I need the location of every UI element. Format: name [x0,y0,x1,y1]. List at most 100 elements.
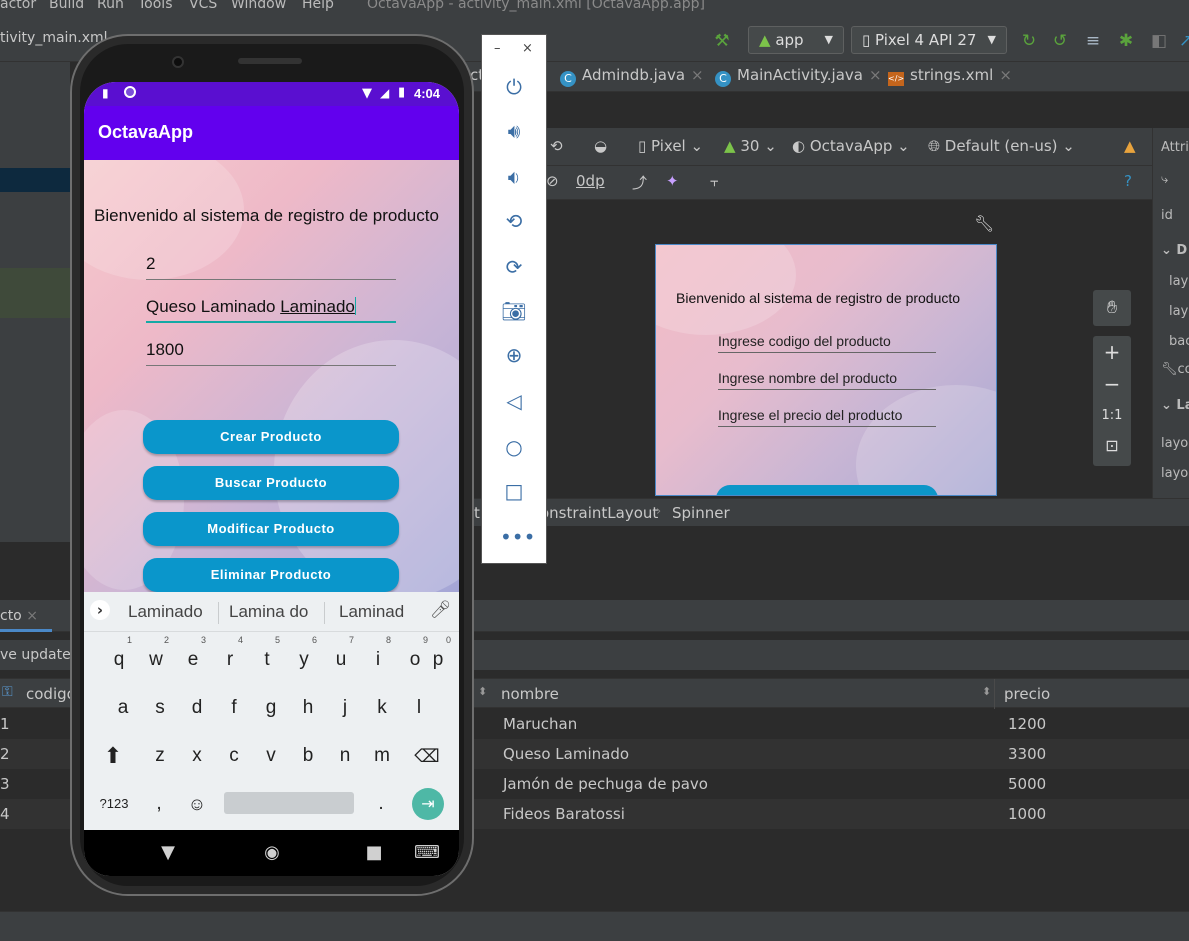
key-m[interactable]: m [367,738,397,774]
modify-product-button[interactable]: Modificar Producto [143,512,399,546]
infer-constraints-icon[interactable]: ✦ [666,172,679,190]
more-icon[interactable]: ••• [500,523,535,551]
keyboard-icon[interactable]: ⌨ [414,842,440,863]
preview-name-field[interactable]: Ingrese nombre del producto [718,370,936,390]
close-icon[interactable]: × [691,66,704,84]
key-f[interactable]: f [219,690,249,726]
attr-row[interactable]: layo [1169,304,1189,319]
attr-constraint[interactable]: 🔧︎co [1161,362,1189,377]
device-dropdown[interactable]: ▯ Pixel ⌄ [638,137,703,155]
key-q[interactable]: q1 [104,636,134,678]
preview-button[interactable] [716,485,938,495]
zoom-out-icon[interactable]: − [1093,372,1131,396]
home-icon[interactable]: ○ [500,433,528,461]
zoom-icon[interactable]: ⊕ [500,341,528,369]
attr-section-declared[interactable]: ⌄ D [1161,243,1187,258]
symbols-key[interactable]: ?123 [94,786,134,822]
expand-icon[interactable]: › [90,600,110,620]
close-icon[interactable]: × [522,41,533,56]
key-u[interactable]: u7 [326,636,356,678]
theme-dropdown[interactable]: ◐ OctavaApp ⌄ [792,137,910,155]
zoom-reset-button[interactable]: 1:1 [1093,408,1131,423]
overview-icon[interactable]: □ [500,477,528,505]
key-l[interactable]: l [404,690,434,726]
back-icon[interactable]: ◁ [500,387,528,415]
menu-tools[interactable]: Tools [138,0,173,12]
key-c[interactable]: c [219,738,249,774]
key-i[interactable]: i8 [363,636,393,678]
menu-window[interactable]: Window [231,0,286,12]
key-x[interactable]: x [182,738,212,774]
close-icon[interactable]: × [869,66,882,84]
run-config-select[interactable]: ▲ app ▼ [748,26,844,54]
shield-icon[interactable]: ◧ [1149,31,1169,51]
live-updates-label[interactable]: ve updates [0,647,78,663]
menu-vcs[interactable]: VCS [189,0,217,12]
overview-icon[interactable]: ■ [362,842,386,863]
next-icon[interactable]: ⇥ [412,788,444,820]
shift-icon[interactable]: ⬆ [98,738,128,774]
camera-icon[interactable]: 📷︎ [500,297,528,325]
layout-preview[interactable]: Bienvenido al sistema de registro de pro… [655,244,997,496]
hammer-icon[interactable]: ⚒ [712,31,732,51]
tab-mainactivity[interactable]: C MainActivity.java × [715,66,882,87]
volume-down-icon[interactable]: 🔉︎ [500,163,528,191]
key-y[interactable]: y6 [289,636,319,678]
suggestion-1[interactable]: Laminado [128,602,203,622]
home-icon[interactable]: ◉ [260,842,284,863]
price-input[interactable]: 1800 [146,336,396,366]
sort-icon[interactable]: ⬍ [478,685,487,698]
key-a[interactable]: a [108,690,138,726]
fit-screen-icon[interactable]: ⊡ [1093,436,1131,455]
attr-row[interactable]: layo [1169,274,1189,289]
create-product-button[interactable]: Crear Producto [143,420,399,454]
preview-code-field[interactable]: Ingrese codigo del producto [718,333,936,353]
breadcrumb-spinner[interactable]: Spinner [672,504,730,522]
selected-tree-row[interactable] [0,168,70,192]
key-t[interactable]: t5 [252,636,282,678]
key-h[interactable]: h [293,690,323,726]
preview-price-field[interactable]: Ingrese el precio del producto [718,407,936,427]
sort-icon[interactable]: ⬍ [982,685,991,698]
orientation-icon[interactable]: ⟲ [550,137,563,155]
menu-refactor[interactable]: actor [0,0,36,12]
menu-run[interactable]: Run [97,0,124,12]
suggestion-3[interactable]: Laminad [339,602,404,622]
key-r[interactable]: r4 [215,636,245,678]
emoji-icon[interactable]: ☺ [182,786,212,822]
key-d[interactable]: d [182,690,212,726]
search-product-button[interactable]: Buscar Producto [143,466,399,500]
key-comma[interactable]: , [144,786,174,822]
key-s[interactable]: s [145,690,175,726]
pan-icon[interactable]: ✋︎ [1093,290,1131,326]
column-precio[interactable]: precio [1004,685,1050,703]
tab-admindb[interactable]: C Admindb.java × [560,66,704,87]
attr-row[interactable]: layou [1161,436,1189,451]
warning-icon[interactable]: ▲ [1124,137,1136,155]
suggestion-2[interactable]: Lamina do [229,602,308,622]
key-k[interactable]: k [367,690,397,726]
attr-row[interactable]: layou [1161,466,1189,481]
locale-dropdown[interactable]: 🌐︎ Default (en-us) ⌄ [928,137,1075,155]
delete-product-button[interactable]: Eliminar Producto [143,558,399,592]
attr-section-layout[interactable]: ⌄ La [1161,398,1189,413]
attach-icon[interactable]: ↗ [1176,31,1189,51]
key-e[interactable]: e3 [178,636,208,678]
minimize-icon[interactable]: – [494,41,501,56]
autoconnect-icon[interactable]: ⊘ [546,172,559,190]
name-input[interactable]: Queso Laminado Laminado [146,293,396,323]
column-nombre[interactable]: nombre [501,685,559,703]
close-icon[interactable]: × [26,608,38,624]
api-dropdown[interactable]: ▲ 30 ⌄ [724,137,777,155]
key-b[interactable]: b [293,738,323,774]
key-p[interactable]: p0 [423,636,453,678]
build-variants-icon[interactable]: ≡ [1083,31,1103,51]
key-v[interactable]: v [256,738,286,774]
key-w[interactable]: w2 [141,636,171,678]
clear-constraints-icon[interactable]: ⤴ [632,172,647,193]
space-bar[interactable] [224,792,354,814]
key-g[interactable]: g [256,690,286,726]
key-z[interactable]: z [145,738,175,774]
key-j[interactable]: j [330,690,360,726]
wrench-icon[interactable]: 🔧︎ [974,214,994,233]
